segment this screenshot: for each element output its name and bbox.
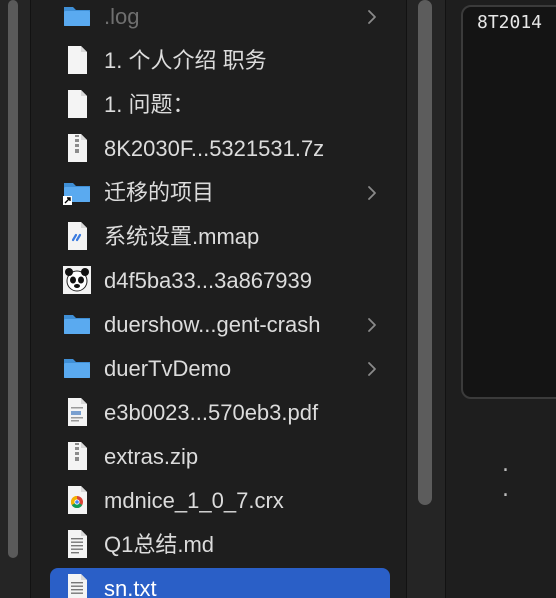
preview-pane: 8T2014 . . [446, 0, 556, 598]
folder-icon [62, 353, 92, 383]
mindmap-file-icon [62, 221, 92, 251]
file-name: Q1总结.md [104, 532, 215, 557]
chrome-extension-icon [62, 485, 92, 515]
sidebar-scrollbar[interactable] [8, 0, 18, 558]
text-file-icon [62, 573, 92, 598]
file-row[interactable]: extras.zip [31, 434, 406, 478]
file-name: 1. 问题： [104, 92, 195, 117]
chevron-right-icon[interactable] [367, 317, 377, 333]
preview-more-indicator: . . [502, 452, 523, 502]
file-name: 1. 个人介绍 职务 [104, 48, 267, 73]
file-row[interactable]: 迁移的项目 [31, 170, 406, 214]
file-row-selected[interactable]: sn.txt [31, 566, 406, 598]
file-name: .log [104, 4, 140, 29]
pdf-file-icon [62, 397, 92, 427]
file-name: mdnice_1_0_7.crx [104, 488, 284, 513]
file-row[interactable]: Q1总结.md [31, 522, 406, 566]
file-name: d4f5ba33...3a867939 [104, 268, 312, 293]
file-row[interactable]: 系统设置.mmap [31, 214, 406, 258]
file-row[interactable]: .log [31, 0, 406, 38]
file-name: 系统设置.mmap [104, 224, 260, 249]
document-icon [62, 89, 92, 119]
chevron-right-icon[interactable] [367, 185, 377, 201]
folder-icon [62, 309, 92, 339]
file-row[interactable]: 1. 问题： [31, 82, 406, 126]
document-icon [62, 45, 92, 75]
file-row[interactable]: 8K2030F...5321531.7z [31, 126, 406, 170]
file-column-scrollbar[interactable] [418, 0, 432, 505]
folder-icon [62, 1, 92, 31]
archive-icon [62, 133, 92, 163]
archive-icon [62, 441, 92, 471]
file-name: extras.zip [104, 444, 199, 469]
file-row[interactable]: duerTvDemo [31, 346, 406, 390]
markdown-file-icon [62, 529, 92, 559]
file-column: .log 1. 个人介绍 职务 1. 问题： 8K2030F...5321531.7z… [31, 0, 406, 598]
file-list: .log 1. 个人介绍 职务 1. 问题： 8K2030F...5321531.7z… [31, 0, 406, 598]
folder-alias-icon [62, 177, 92, 207]
panda-image-icon [62, 265, 92, 295]
file-row[interactable]: d4f5ba33...3a867939 [31, 258, 406, 302]
file-name: 8K2030F...5321531.7z [104, 136, 325, 161]
file-row[interactable]: 1. 个人介绍 职务 [31, 38, 406, 82]
chevron-right-icon[interactable] [367, 361, 377, 377]
preview-text: 8T2014 [477, 12, 543, 33]
file-name: 迁移的项目 [104, 180, 215, 205]
file-row[interactable]: duershow...gent-crash [31, 302, 406, 346]
preview-thumbnail[interactable] [461, 5, 556, 399]
file-name: duershow...gent-crash [104, 312, 321, 337]
selection-highlight [50, 568, 390, 598]
file-name: duerTvDemo [104, 356, 232, 381]
finder-window: .log 1. 个人介绍 职务 1. 问题： 8K2030F...5321531.7z… [0, 0, 556, 598]
chevron-right-icon[interactable] [367, 9, 377, 25]
file-row[interactable]: mdnice_1_0_7.crx [31, 478, 406, 522]
file-row[interactable]: e3b0023...570eb3.pdf [31, 390, 406, 434]
file-name: e3b0023...570eb3.pdf [104, 400, 319, 425]
file-name: sn.txt [104, 576, 157, 598]
